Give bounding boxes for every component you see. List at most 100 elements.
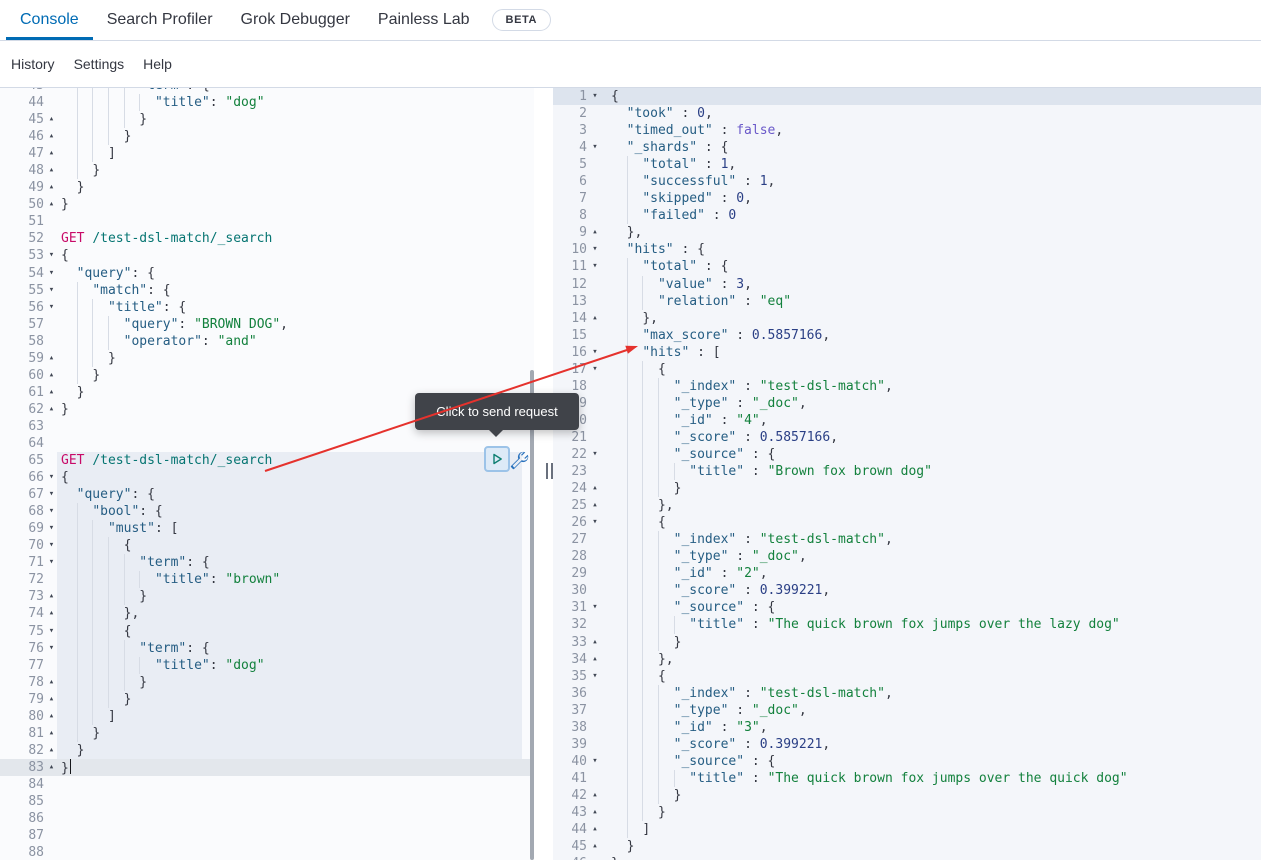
fold-close-icon[interactable]: ▴ [587,787,603,804]
fold-open-icon[interactable]: ▾ [587,344,603,361]
fold-open-icon[interactable]: ▾ [44,640,59,657]
menu-settings[interactable]: Settings [73,56,126,72]
code-text: "_index" : "test-dsl-match", [603,378,893,395]
fold-close-icon[interactable]: ▴ [587,497,603,514]
fold-open-icon[interactable]: ▾ [587,599,603,616]
fold-open-icon[interactable]: ▾ [587,514,603,531]
fold-close-icon[interactable]: ▴ [44,350,59,367]
tab-search-profiler[interactable]: Search Profiler [93,0,227,40]
fold-close-icon[interactable]: ▴ [44,196,59,213]
indent-guide [642,463,658,480]
fold-close-icon[interactable]: ▴ [44,111,59,128]
fold-open-icon[interactable]: ▾ [44,282,59,299]
fold-close-icon[interactable]: ▴ [44,605,59,622]
fold-close-icon[interactable]: ▴ [44,384,59,401]
fold-open-icon[interactable]: ▾ [44,299,59,316]
fold-close-icon[interactable]: ▴ [44,708,59,725]
indent-guide [627,804,643,821]
fold-close-icon[interactable]: ▴ [44,162,59,179]
indent-guide [642,565,658,582]
line-number: 86 [0,810,44,827]
code-line-19: 19 "_type" : "_doc", [553,395,1261,412]
indent-guide [124,674,140,691]
dev-tools-tab-bar: Console Search Profiler Grok Debugger Pa… [0,0,1261,41]
fold-close-icon[interactable]: ▴ [587,634,603,651]
code-text: } [59,162,100,179]
code-line-34: 34▴ }, [553,651,1261,668]
fold-open-icon[interactable]: ▾ [44,537,59,554]
line-number: 48 [0,162,44,179]
line-number: 69 [0,520,44,537]
line-number: 58 [0,333,44,350]
code-line-55: 55▾ "match": { [0,282,534,299]
wrench-icon [510,451,529,470]
fold-open-icon[interactable]: ▾ [587,361,603,378]
indent-guide [642,361,658,378]
fold-close-icon[interactable]: ▴ [44,179,59,196]
indent-guide [92,691,108,708]
code-text: "_score" : 0.399221, [603,582,830,599]
fold-open-icon[interactable]: ▾ [587,241,603,258]
indent-guide [92,350,108,367]
menu-history[interactable]: History [10,56,56,72]
menu-help[interactable]: Help [142,56,173,72]
fold-close-icon[interactable]: ▴ [44,128,59,145]
tab-console[interactable]: Console [6,0,93,40]
fold-open-icon[interactable]: ▾ [587,668,603,685]
fold-open-icon[interactable]: ▾ [587,258,603,275]
indent-guide [627,787,643,804]
fold-open-icon[interactable]: ▾ [44,623,59,640]
fold-open-icon[interactable]: ▾ [44,486,59,503]
fold-close-icon[interactable]: ▴ [44,401,59,418]
request-options-button[interactable] [508,448,530,472]
fold-close-icon[interactable]: ▴ [587,651,603,668]
request-editor[interactable]: 43▾ "term": {44 "title": "dog"45▴ }46▴ }… [0,88,534,860]
tab-grok-debugger[interactable]: Grok Debugger [227,0,364,40]
line-number: 6 [553,173,587,190]
fold-close-icon[interactable]: ▴ [44,725,59,742]
fold-close-icon[interactable]: ▴ [587,310,603,327]
fold-close-icon[interactable]: ▴ [587,838,603,855]
tab-painless-lab[interactable]: Painless Lab [364,11,484,29]
fold-close-icon[interactable]: ▴ [44,588,59,605]
fold-close-icon[interactable]: ▴ [587,821,603,838]
request-editor-scrollbar-thumb[interactable] [530,370,534,860]
indent-guide [627,412,643,429]
fold-open-icon[interactable]: ▾ [44,265,59,282]
fold-close-icon[interactable]: ▴ [44,674,59,691]
fold-open-icon[interactable]: ▾ [587,446,603,463]
indent-guide [627,361,643,378]
fold-open-icon[interactable]: ▾ [44,469,59,486]
fold-close-icon[interactable]: ▴ [44,742,59,759]
fold-spacer [44,94,59,111]
indent-guide [658,787,674,804]
fold-close-icon[interactable]: ▴ [44,759,59,776]
fold-open-icon[interactable]: ▾ [44,247,59,264]
fold-close-icon[interactable]: ▴ [587,480,603,497]
indent-guide [77,520,93,537]
fold-open-icon[interactable]: ▾ [44,554,59,571]
line-number: 25 [553,497,587,514]
code-text [59,844,61,860]
code-text: "title": { [59,299,186,316]
fold-spacer [587,719,603,736]
fold-open-icon[interactable]: ▾ [587,88,603,105]
fold-close-icon[interactable]: ▴ [44,691,59,708]
fold-close-icon[interactable]: ▴ [44,145,59,162]
code-line-9: 9▴ }, [553,224,1261,241]
fold-open-icon[interactable]: ▾ [587,139,603,156]
fold-open-icon[interactable]: ▾ [587,753,603,770]
code-text: } [59,128,131,145]
code-text: "title": "brown" [59,571,280,588]
fold-close-icon[interactable]: ▴ [587,804,603,821]
fold-open-icon[interactable]: ▾ [44,520,59,537]
fold-spacer [44,418,59,435]
fold-open-icon[interactable]: ▾ [44,503,59,520]
send-request-button[interactable] [484,446,510,472]
response-viewer[interactable]: 1▾{2 "took" : 0,3 "timed_out" : false,4▾… [553,88,1261,860]
code-line-15: 15 "max_score" : 0.5857166, [553,327,1261,344]
code-line-37: 37 "_type" : "_doc", [553,702,1261,719]
code-text: "match": { [59,282,171,299]
fold-close-icon[interactable]: ▴ [587,224,603,241]
fold-close-icon[interactable]: ▴ [44,367,59,384]
